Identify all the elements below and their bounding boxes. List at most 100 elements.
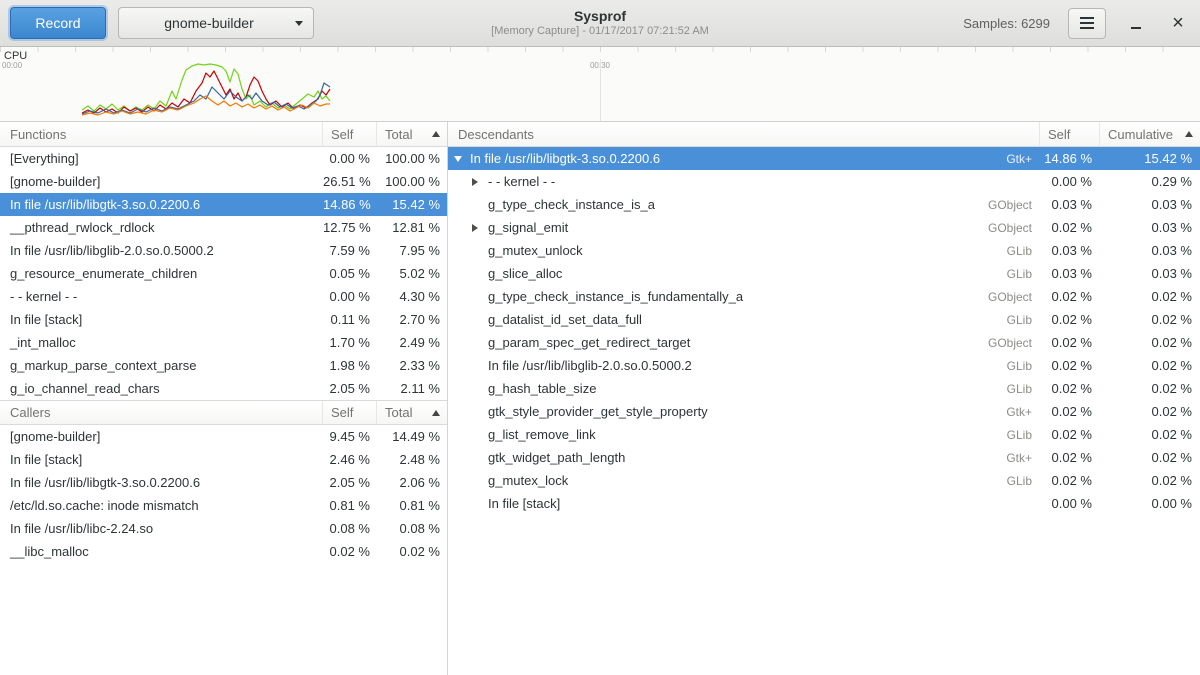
cumulative-percent: 15.42 %: [1100, 151, 1200, 166]
function-row[interactable]: In file /usr/lib/libglib-2.0.so.0.5000.2…: [0, 239, 447, 262]
descendant-name: g_param_spec_get_redirect_target: [488, 335, 690, 350]
descendant-name: g_list_remove_link: [488, 427, 596, 442]
self-column-header[interactable]: Self: [323, 122, 377, 146]
descendant-row[interactable]: In file /usr/lib/libglib-2.0.so.0.5000.2…: [448, 354, 1200, 377]
self-percent: 0.02 %: [1040, 289, 1100, 304]
caller-row[interactable]: In file [stack]2.46 %2.48 %: [0, 448, 447, 471]
expander-collapsed-icon[interactable]: [472, 178, 488, 186]
timeline-ruler: [0, 47, 1200, 52]
caller-row[interactable]: In file /usr/lib/libgtk-3.so.0.2200.62.0…: [0, 471, 447, 494]
descendant-row[interactable]: g_slice_allocGLib0.03 %0.03 %: [448, 262, 1200, 285]
expander-expanded-icon[interactable]: [454, 156, 470, 162]
samples-count: Samples: 6299: [963, 16, 1050, 31]
caller-row[interactable]: /etc/ld.so.cache: inode mismatch0.81 %0.…: [0, 494, 447, 517]
descendant-name-cell: g_type_check_instance_is_fundamentally_a…: [448, 289, 1040, 304]
function-row[interactable]: In file [stack]0.11 %2.70 %: [0, 308, 447, 331]
cpu-timeline[interactable]: CPU 00:00 00:30: [0, 47, 1200, 122]
descendant-row[interactable]: g_mutex_lockGLib0.02 %0.02 %: [448, 469, 1200, 492]
caller-row[interactable]: In file /usr/lib/libc-2.24.so0.08 %0.08 …: [0, 517, 447, 540]
descendant-name: In file /usr/lib/libgtk-3.so.0.2200.6: [470, 151, 660, 166]
cumulative-percent: 0.02 %: [1100, 358, 1200, 373]
close-icon: ×: [1172, 13, 1184, 33]
function-name: - - kernel - -: [0, 289, 323, 304]
descendants-column-header[interactable]: Descendants: [448, 122, 1040, 146]
descendant-row[interactable]: - - kernel - -0.00 %0.29 %: [448, 170, 1200, 193]
total-percent: 4.30 %: [377, 289, 447, 304]
descendant-name: g_mutex_lock: [488, 473, 568, 488]
callers-list: [gnome-builder]9.45 %14.49 %In file [sta…: [0, 425, 447, 563]
self-percent: 12.75 %: [323, 220, 377, 235]
descendant-name-cell: - - kernel - -: [448, 174, 1040, 189]
descendant-row[interactable]: g_datalist_id_set_data_fullGLib0.02 %0.0…: [448, 308, 1200, 331]
total-percent: 2.33 %: [377, 358, 447, 373]
library-badge: GObject: [978, 336, 1040, 350]
descendant-row[interactable]: g_type_check_instance_is_aGObject0.03 %0…: [448, 193, 1200, 216]
self-percent: 0.02 %: [1040, 312, 1100, 327]
library-badge: GObject: [978, 290, 1040, 304]
function-row[interactable]: [gnome-builder]26.51 %100.00 %: [0, 170, 447, 193]
sysprof-window: Record gnome-builder Sysprof [Memory Cap…: [0, 0, 1200, 675]
function-row[interactable]: - - kernel - -0.00 %4.30 %: [0, 285, 447, 308]
descendant-name-cell: In file /usr/lib/libgtk-3.so.0.2200.6Gtk…: [448, 151, 1040, 166]
functions-column-header[interactable]: Functions: [0, 122, 323, 146]
descendant-row[interactable]: In file [stack]0.00 %0.00 %: [448, 492, 1200, 515]
function-name: In file [stack]: [0, 452, 323, 467]
function-row[interactable]: In file /usr/lib/libgtk-3.so.0.2200.614.…: [0, 193, 447, 216]
total-column-label: Total: [385, 405, 412, 420]
descendant-name-cell: g_mutex_lockGLib: [448, 473, 1040, 488]
self-percent: 1.98 %: [323, 358, 377, 373]
cumulative-percent: 0.02 %: [1100, 335, 1200, 350]
self-percent: 0.00 %: [323, 289, 377, 304]
descendant-row[interactable]: g_mutex_unlockGLib0.03 %0.03 %: [448, 239, 1200, 262]
cumulative-percent: 0.29 %: [1100, 174, 1200, 189]
descendant-row[interactable]: g_param_spec_get_redirect_targetGObject0…: [448, 331, 1200, 354]
caller-row[interactable]: __libc_malloc0.02 %0.02 %: [0, 540, 447, 563]
total-column-header[interactable]: Total: [377, 401, 447, 424]
self-column-header[interactable]: Self: [1040, 122, 1100, 146]
capture-subtitle: [Memory Capture] - 01/17/2017 07:21:52 A…: [491, 25, 709, 38]
process-selector-dropdown[interactable]: gnome-builder: [118, 7, 314, 39]
function-row[interactable]: _int_malloc1.70 %2.49 %: [0, 331, 447, 354]
function-row[interactable]: __pthread_rwlock_rdlock12.75 %12.81 %: [0, 216, 447, 239]
self-percent: 9.45 %: [323, 429, 377, 444]
descendant-row[interactable]: In file /usr/lib/libgtk-3.so.0.2200.6Gtk…: [448, 147, 1200, 170]
cumulative-percent: 0.02 %: [1100, 450, 1200, 465]
function-name: [Everything]: [0, 151, 323, 166]
menu-button[interactable]: [1068, 8, 1106, 39]
self-percent: 0.02 %: [1040, 404, 1100, 419]
total-percent: 100.00 %: [377, 174, 447, 189]
function-row[interactable]: [Everything]0.00 %100.00 %: [0, 147, 447, 170]
minimize-button[interactable]: [1124, 11, 1148, 35]
descendant-row[interactable]: g_list_remove_linkGLib0.02 %0.02 %: [448, 423, 1200, 446]
record-button[interactable]: Record: [10, 7, 106, 39]
self-percent: 0.05 %: [323, 266, 377, 281]
descendant-row[interactable]: g_signal_emitGObject0.02 %0.03 %: [448, 216, 1200, 239]
caller-row[interactable]: [gnome-builder]9.45 %14.49 %: [0, 425, 447, 448]
self-percent: 0.08 %: [323, 521, 377, 536]
functions-list: [Everything]0.00 %100.00 %[gnome-builder…: [0, 147, 447, 400]
descendant-row[interactable]: g_hash_table_sizeGLib0.02 %0.02 %: [448, 377, 1200, 400]
descendant-row[interactable]: gtk_style_provider_get_style_propertyGtk…: [448, 400, 1200, 423]
descendant-row[interactable]: gtk_widget_path_lengthGtk+0.02 %0.02 %: [448, 446, 1200, 469]
self-column-header[interactable]: Self: [323, 401, 377, 424]
expander-collapsed-icon[interactable]: [472, 224, 488, 232]
library-badge: GObject: [978, 198, 1040, 212]
function-row[interactable]: g_resource_enumerate_children0.05 %5.02 …: [0, 262, 447, 285]
descendant-name-cell: g_mutex_unlockGLib: [448, 243, 1040, 258]
descendant-name-cell: g_hash_table_sizeGLib: [448, 381, 1040, 396]
close-button[interactable]: ×: [1166, 11, 1190, 35]
function-name: __pthread_rwlock_rdlock: [0, 220, 323, 235]
descendant-row[interactable]: g_type_check_instance_is_fundamentally_a…: [448, 285, 1200, 308]
cpu-usage-graph: [0, 62, 1200, 120]
self-percent: 0.81 %: [323, 498, 377, 513]
function-name: g_markup_parse_context_parse: [0, 358, 323, 373]
cumulative-column-header[interactable]: Cumulative: [1100, 122, 1200, 146]
function-row[interactable]: g_markup_parse_context_parse1.98 %2.33 %: [0, 354, 447, 377]
self-percent: 0.02 %: [1040, 335, 1100, 350]
self-percent: 0.02 %: [1040, 473, 1100, 488]
total-column-header[interactable]: Total: [377, 122, 447, 146]
total-percent: 100.00 %: [377, 151, 447, 166]
callers-column-header[interactable]: Callers: [0, 401, 323, 424]
cumulative-percent: 0.02 %: [1100, 289, 1200, 304]
function-row[interactable]: g_io_channel_read_chars2.05 %2.11 %: [0, 377, 447, 400]
